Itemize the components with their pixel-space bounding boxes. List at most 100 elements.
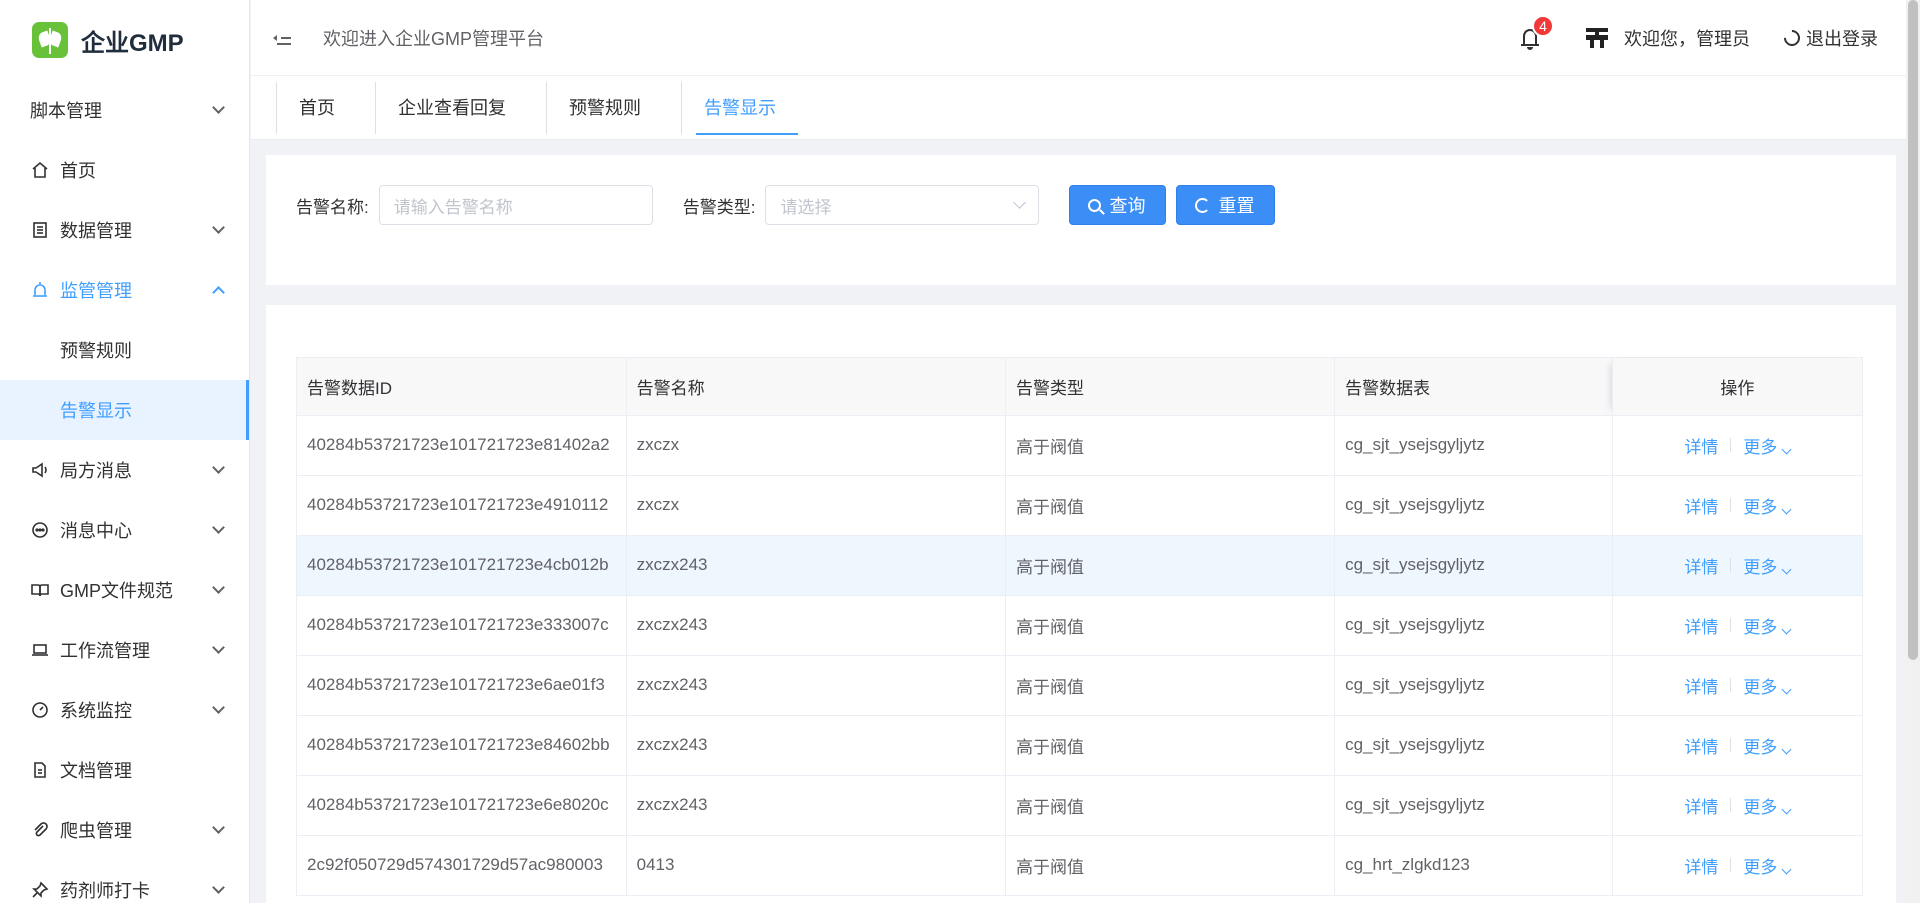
sidebar-item-11[interactable]: 药剂师打卡 <box>0 860 249 903</box>
sidebar-item-3[interactable]: 监管管理 <box>0 260 249 320</box>
sidebar-subitem-0[interactable]: 预警规则 <box>0 320 249 380</box>
cell-table: cg_hrt_zlgkd123 <box>1334 835 1613 896</box>
cell-id: 40284b53721723e101721723e6ae01f3 <box>297 655 627 716</box>
cell-table: cg_sjt_ysejsgyljytz <box>1334 415 1613 476</box>
logout-icon <box>1780 26 1804 49</box>
chevron-down-icon <box>1781 624 1792 634</box>
sidebar-item-8[interactable]: 系统监控 <box>0 680 249 740</box>
alarm-type-placeholder: 请选择 <box>780 197 832 217</box>
detail-link[interactable]: 详情 <box>1684 733 1718 758</box>
cell-name: zxczx243 <box>626 595 1006 656</box>
table-row[interactable]: 2c92f050729d574301729d57ac980003 0413 高于阀值… <box>297 835 1862 896</box>
more-dropdown[interactable]: 更多 <box>1743 673 1792 698</box>
search-panel: 告警名称: 请输入告警名称 告警类型: 请选择 查询 重置 <box>266 155 1896 285</box>
column-header-type: 告警类型 <box>1005 358 1336 416</box>
more-dropdown[interactable]: 更多 <box>1743 493 1792 518</box>
alarm-type-select[interactable]: 请选择 <box>765 185 1040 225</box>
detail-link[interactable]: 详情 <box>1684 493 1718 518</box>
chevron-up-icon <box>212 285 225 299</box>
detail-link[interactable]: 详情 <box>1684 553 1718 578</box>
page-scrollbar[interactable] <box>1906 0 1920 903</box>
chevron-down-icon <box>212 701 225 714</box>
file-icon <box>30 760 50 780</box>
table-row[interactable]: 40284b53721723e101721723e6ae01f3 zxczx243… <box>297 655 1862 716</box>
sidebar-subitem-1[interactable]: 告警显示 <box>0 380 249 440</box>
detail-link[interactable]: 详情 <box>1684 853 1718 878</box>
logout-button[interactable]: 退出登录 <box>1780 25 1878 51</box>
table-row[interactable]: 40284b53721723e101721723e6e8020c zxczx243… <box>297 775 1862 836</box>
alarm-name-label: 告警名称: <box>296 197 369 217</box>
sidebar-item-label: 首页 <box>60 161 96 181</box>
avatar[interactable] <box>1584 25 1610 51</box>
sidebar-item-5[interactable]: 消息中心 <box>0 500 249 560</box>
scrollbar-thumb[interactable] <box>1908 0 1918 660</box>
more-dropdown[interactable]: 更多 <box>1743 613 1792 638</box>
reset-button[interactable]: 重置 <box>1176 185 1276 225</box>
user-greeting[interactable]: 欢迎您，管理员 <box>1624 25 1750 51</box>
more-dropdown[interactable]: 更多 <box>1743 853 1792 878</box>
sidebar-item-0[interactable]: 脚本管理 <box>0 80 249 140</box>
welcome-text: 欢迎进入企业GMP管理平台 <box>323 28 544 49</box>
cell-actions: 详情 更多 <box>1612 715 1862 776</box>
table-row[interactable]: 40284b53721723e101721723e81402a2 zxczx 高于阀… <box>297 415 1862 476</box>
more-dropdown[interactable]: 更多 <box>1743 793 1792 818</box>
query-label: 查询 <box>1109 196 1146 216</box>
cell-table: cg_sjt_ysejsgyljytz <box>1334 715 1613 776</box>
sidebar-item-label: 消息中心 <box>60 521 132 541</box>
cell-table: cg_sjt_ysejsgyljytz <box>1334 655 1613 716</box>
cell-actions: 详情 更多 <box>1612 415 1862 476</box>
sidebar-item-9[interactable]: 文档管理 <box>0 740 249 800</box>
detail-link[interactable]: 详情 <box>1684 613 1718 638</box>
book-icon <box>30 580 50 600</box>
collapse-menu-icon[interactable] <box>273 31 291 45</box>
chevron-down-icon <box>1781 684 1792 694</box>
tab-2[interactable]: 预警规则 <box>546 81 663 134</box>
column-header-name: 告警名称 <box>626 358 1006 416</box>
tab-1[interactable]: 企业查看回复 <box>375 81 528 134</box>
more-label: 更多 <box>1743 557 1778 577</box>
table-row[interactable]: 40284b53721723e101721723e4910112 zxczx 高于阀… <box>297 475 1862 536</box>
detail-link[interactable]: 详情 <box>1684 793 1718 818</box>
table-row[interactable]: 40284b53721723e101721723e84602bb zxczx243… <box>297 715 1862 776</box>
alarm-name-input[interactable]: 请输入告警名称 <box>378 185 653 225</box>
query-button[interactable]: 查询 <box>1069 185 1167 225</box>
divider <box>1730 618 1732 632</box>
table-panel: 告警数据ID 告警名称 告警类型 告警数据表 操作 40284b53721723… <box>266 305 1896 903</box>
cell-actions: 详情 更多 <box>1612 535 1862 596</box>
cell-id: 40284b53721723e101721723e4910112 <box>297 475 627 536</box>
cell-name: zxczx243 <box>626 655 1006 716</box>
chevron-down-icon <box>212 581 225 594</box>
sidebar-item-label: 工作流管理 <box>60 641 150 661</box>
sidebar-item-7[interactable]: 工作流管理 <box>0 620 249 680</box>
logout-label: 退出登录 <box>1806 28 1878 49</box>
refresh-icon <box>1195 197 1211 213</box>
sidebar-subitem-label: 预警规则 <box>60 341 132 361</box>
logo[interactable]: 企业GMP <box>0 0 249 80</box>
more-label: 更多 <box>1743 437 1778 457</box>
more-dropdown[interactable]: 更多 <box>1743 433 1792 458</box>
tab-bar: 首页 企业查看回复 预警规则 告警显示 <box>251 76 1920 140</box>
more-dropdown[interactable]: 更多 <box>1743 553 1792 578</box>
more-label: 更多 <box>1743 497 1778 517</box>
detail-link[interactable]: 详情 <box>1684 673 1718 698</box>
tab-0[interactable]: 首页 <box>276 81 357 134</box>
more-dropdown[interactable]: 更多 <box>1743 733 1792 758</box>
cell-table: cg_sjt_ysejsgyljytz <box>1334 475 1613 536</box>
cell-id: 40284b53721723e101721723e6e8020c <box>297 775 627 836</box>
sidebar-item-4[interactable]: 局方消息 <box>0 440 249 500</box>
table-row[interactable]: 40284b53721723e101721723e333007c zxczx243… <box>297 595 1862 656</box>
tab-3[interactable]: 告警显示 <box>681 81 798 135</box>
detail-link[interactable]: 详情 <box>1684 433 1718 458</box>
sidebar-item-1[interactable]: 首页 <box>0 140 249 200</box>
cell-actions: 详情 更多 <box>1612 655 1862 716</box>
sidebar-item-10[interactable]: 爬虫管理 <box>0 800 249 860</box>
sidebar-item-6[interactable]: GMP文件规范 <box>0 560 249 620</box>
laptop-icon <box>30 640 50 660</box>
cell-actions: 详情 更多 <box>1612 835 1862 896</box>
cell-id: 40284b53721723e101721723e84602bb <box>297 715 627 776</box>
sidebar-item-2[interactable]: 数据管理 <box>0 200 249 260</box>
cell-table: cg_sjt_ysejsgyljytz <box>1334 535 1613 596</box>
notification-bell-icon[interactable]: 4 <box>1518 14 1554 50</box>
chevron-down-icon <box>212 101 225 114</box>
table-row[interactable]: 40284b53721723e101721723e4cb012b zxczx243… <box>297 535 1862 596</box>
